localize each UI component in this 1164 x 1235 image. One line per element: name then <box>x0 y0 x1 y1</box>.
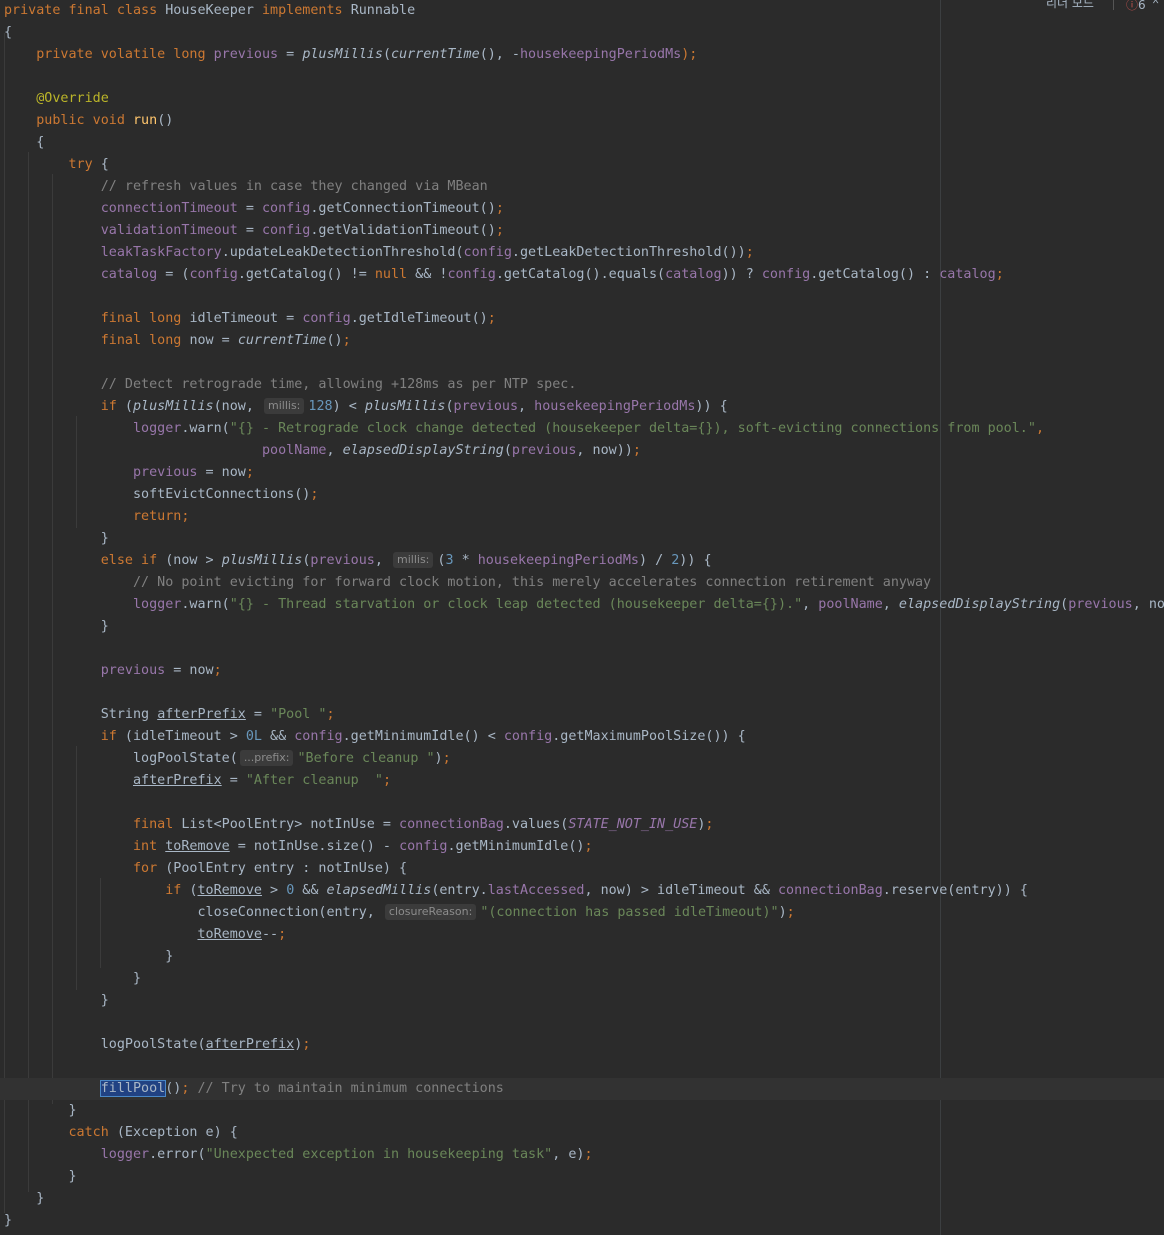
code-line: logger.warn("{} - Retrograde clock chang… <box>133 421 1044 436</box>
code-line: catalog = (config.getCatalog() != null &… <box>100 267 1004 282</box>
code-line: softEvictConnections(); <box>133 487 319 502</box>
code-line: // refresh values in case they changed v… <box>100 179 488 194</box>
code-line: int toRemove = notInUse.size() - config.… <box>133 839 593 854</box>
code-line: } <box>100 619 109 634</box>
code-editor[interactable]: 리더 모드 ⓘ6 ⌃ private final class HouseKeep… <box>0 0 1164 1235</box>
code-line: closeConnection(entry, closureReason: "(c… <box>197 904 795 920</box>
code-line: } <box>68 1103 77 1118</box>
code-line: // Detect retrograde time, allowing +128… <box>100 377 577 392</box>
code-line: previous = now; <box>100 663 222 678</box>
code-line: for (PoolEntry entry : notInUse) { <box>133 861 408 876</box>
code-line: catch (Exception e) { <box>68 1125 238 1140</box>
code-line: { <box>36 135 45 150</box>
parameter-hint-closure-reason: closureReason: <box>384 904 477 920</box>
selected-identifier[interactable]: fillPool <box>99 1080 167 1097</box>
parameter-hint-millis: millis: <box>264 398 305 414</box>
code-line: logger.warn("{} - Thread starvation or c… <box>133 597 1164 612</box>
code-line: else if (now > plusMillis(previous, mill… <box>100 552 712 568</box>
code-line: public void run() <box>36 113 174 128</box>
code-content[interactable]: private final class HouseKeeper implemen… <box>0 0 1164 1232</box>
code-line: poolName, elapsedDisplayString(previous,… <box>261 443 641 458</box>
code-line: // No point evicting for forward clock m… <box>133 575 932 590</box>
code-line: toRemove--; <box>197 927 287 942</box>
code-line: return; <box>133 509 190 524</box>
code-line: } <box>4 1213 13 1228</box>
code-line: final long now = currentTime(); <box>100 333 351 348</box>
parameter-hint-prefix: ...prefix: <box>239 750 294 766</box>
code-line: try { <box>68 157 109 172</box>
code-line: previous = now; <box>133 465 254 480</box>
code-line: if (idleTimeout > 0L && config.getMinimu… <box>100 729 746 744</box>
code-line: } <box>133 971 142 986</box>
code-line: logger.error("Unexpected exception in ho… <box>100 1147 593 1162</box>
parameter-hint-millis: millis: <box>393 552 434 568</box>
code-line: String afterPrefix = "Pool "; <box>100 707 335 722</box>
code-line: afterPrefix = "After cleanup "; <box>133 773 391 788</box>
code-line: validationTimeout = config.getValidation… <box>100 223 504 238</box>
code-line: leakTaskFactory.updateLeakDetectionThres… <box>100 245 754 260</box>
code-line: if (plusMillis(now, millis: 128) < plusMi… <box>100 398 728 414</box>
code-line: if (toRemove > 0 && elapsedMillis(entry.… <box>165 883 1028 898</box>
code-line: } <box>165 949 174 964</box>
code-line: } <box>36 1191 45 1206</box>
code-line: connectionTimeout = config.getConnection… <box>100 201 504 216</box>
code-line: } <box>68 1169 77 1184</box>
code-line: private final class HouseKeeper implemen… <box>4 3 416 18</box>
current-code-line[interactable]: fillPool(); // Try to maintain minimum c… <box>0 1078 1164 1100</box>
code-line: @Override <box>36 91 109 106</box>
code-line: private volatile long previous = plusMil… <box>36 47 698 62</box>
code-line: } <box>100 993 109 1008</box>
code-line: } <box>100 531 109 546</box>
code-line: { <box>4 25 13 40</box>
code-line: logPoolState(afterPrefix); <box>100 1037 311 1052</box>
code-line: final List<PoolEntry> notInUse = connect… <box>133 817 714 832</box>
code-line: final long idleTimeout = config.getIdleT… <box>100 311 496 326</box>
code-line: logPoolState(...prefix: "Before cleanup "… <box>133 750 451 766</box>
